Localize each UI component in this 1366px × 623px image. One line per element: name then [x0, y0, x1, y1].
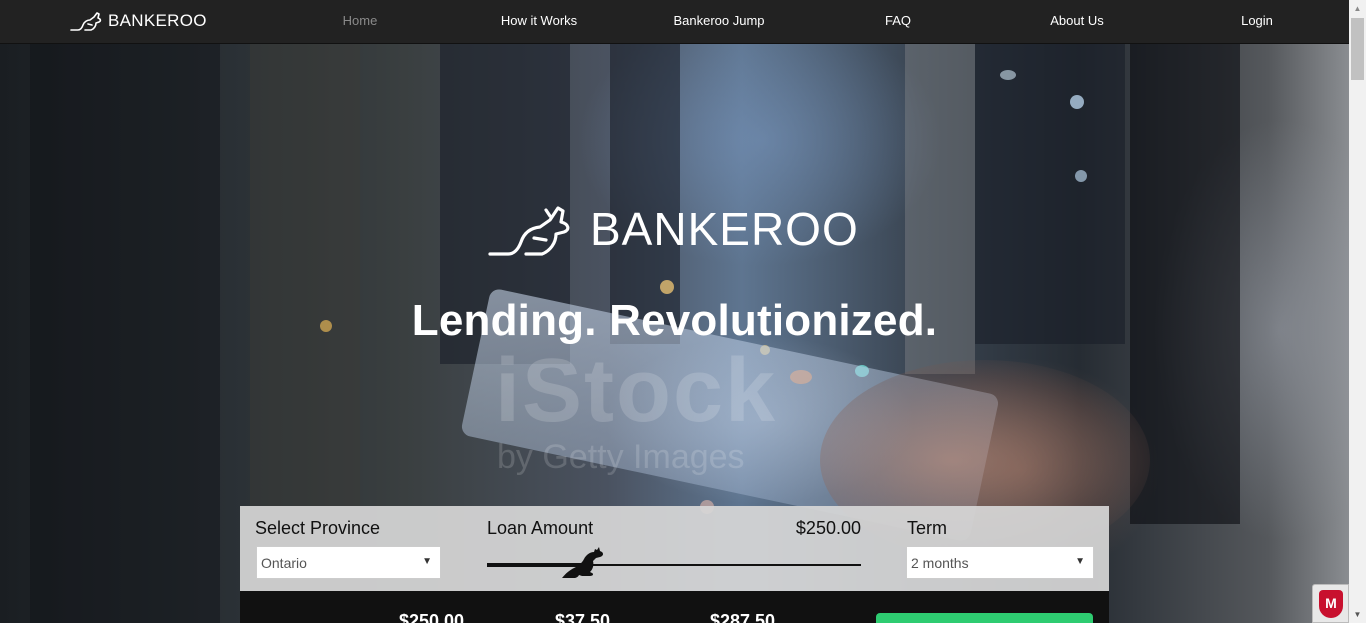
hero-brand-name: BANKEROO — [590, 203, 859, 255]
watermark: iStock — [495, 341, 778, 441]
scroll-thumb[interactable] — [1351, 18, 1364, 80]
kangaroo-icon — [488, 206, 570, 256]
nav-faq[interactable]: FAQ — [828, 13, 968, 28]
chevron-down-icon: ▼ — [1075, 556, 1085, 567]
kangaroo-icon — [70, 12, 102, 31]
province-value: Ontario — [261, 555, 307, 571]
term-select[interactable]: 2 months ▼ — [906, 546, 1094, 579]
summary-fee: $37.50 — [555, 611, 611, 623]
nav-home[interactable]: Home — [290, 13, 430, 28]
term-label: Term — [907, 518, 947, 538]
nav-how-it-works[interactable]: How it Works — [469, 13, 609, 28]
nav-login[interactable]: Login — [1187, 13, 1327, 28]
city-light — [1075, 170, 1087, 182]
summary-total: $287.50 — [710, 611, 776, 623]
nav-bankeroo-jump[interactable]: Bankeroo Jump — [649, 13, 789, 28]
navbar: BANKEROO Home How it Works Bankeroo Jump… — [0, 0, 1349, 44]
loan-calculator: Select Province Ontario ▼ Loan Amount $2… — [240, 506, 1109, 591]
chevron-down-icon: ▼ — [422, 556, 432, 567]
summary-loan-amount: $250.00 — [399, 611, 465, 623]
mcafee-icon: M — [1319, 590, 1343, 618]
city-light — [1000, 70, 1016, 80]
hero-tagline: Lending. Revolutionized. — [411, 296, 938, 345]
page-scrollbar[interactable]: ▲ ▼ — [1349, 0, 1366, 623]
term-value: 2 months — [911, 555, 969, 571]
watermark-subtext: by Getty Images — [497, 438, 745, 476]
kangaroo-slider-handle[interactable] — [560, 546, 608, 580]
loan-summary-bar: $250.00 $37.50 $287.50 — [240, 591, 1109, 623]
hero-logo: BANKEROO — [488, 200, 859, 258]
province-select[interactable]: Ontario ▼ — [256, 546, 441, 579]
scroll-up-icon[interactable]: ▲ — [1349, 0, 1366, 17]
brand-name: BANKEROO — [108, 11, 207, 30]
city-light — [1070, 95, 1084, 109]
city-light — [660, 280, 674, 294]
brand-link[interactable]: BANKEROO — [70, 10, 207, 32]
apply-button[interactable] — [876, 613, 1093, 623]
mcafee-badge[interactable]: M — [1312, 584, 1349, 623]
province-label: Select Province — [255, 518, 381, 538]
loan-amount-label: Loan Amount — [487, 518, 594, 538]
nav-about-us[interactable]: About Us — [1007, 13, 1147, 28]
loan-amount-value: $250.00 — [795, 518, 861, 538]
scroll-down-icon[interactable]: ▼ — [1349, 606, 1366, 623]
